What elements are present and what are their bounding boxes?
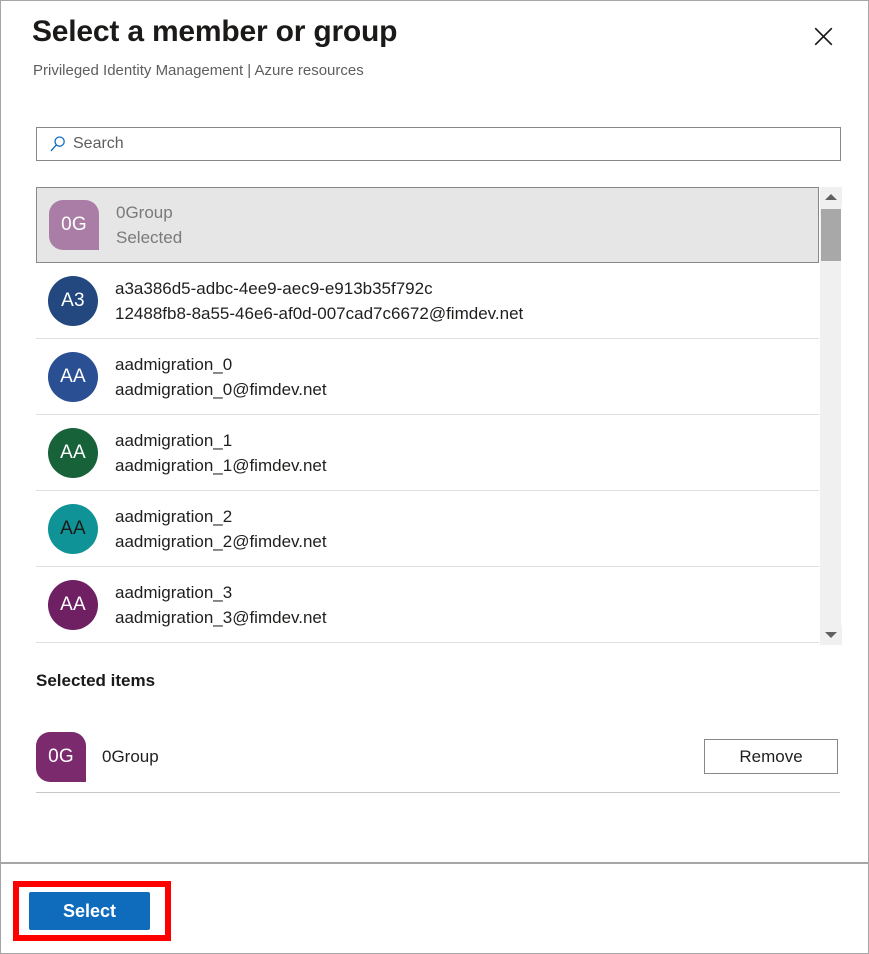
search-box[interactable] (36, 127, 841, 161)
result-row[interactable]: AA aadmigration_2aadmigration_2@fimdev.ne… (36, 491, 819, 567)
search-input[interactable] (73, 129, 840, 159)
result-row[interactable]: AA aadmigration_3aadmigration_3@fimdev.ne… (36, 567, 819, 643)
page-title: Select a member or group (32, 15, 397, 49)
search-icon (37, 135, 73, 153)
scrollbar-thumb[interactable] (821, 209, 841, 261)
scroll-down-icon[interactable] (820, 625, 842, 645)
results-scrollbar[interactable] (819, 187, 841, 645)
results-list[interactable]: 0G 0GroupSelected A3 a3a386d5-adbc-4ee9-aec… (36, 187, 819, 645)
result-primary-text: aadmigration_0 (115, 352, 327, 377)
result-primary-text: 0Group (116, 200, 182, 225)
result-row[interactable]: AA aadmigration_0aadmigration_0@fimdev.ne… (36, 339, 819, 415)
result-secondary-text: 12488fb8-8a55-46e6-af0d-007cad7c6672@fim… (115, 301, 523, 326)
results-panel: 0G 0GroupSelected A3 a3a386d5-adbc-4ee9-aec… (36, 187, 841, 645)
select-button[interactable]: Select (29, 892, 150, 930)
avatar: AA (48, 504, 98, 554)
avatar: 0G (36, 732, 86, 782)
avatar: AA (48, 580, 98, 630)
avatar: AA (48, 352, 98, 402)
result-primary-text: aadmigration_2 (115, 504, 327, 529)
result-primary-text: aadmigration_3 (115, 580, 327, 605)
result-row[interactable]: 0G 0GroupSelected (36, 187, 819, 263)
result-primary-text: a3a386d5-adbc-4ee9-aec9-e913b35f792c (115, 276, 523, 301)
close-button[interactable] (803, 17, 843, 55)
result-secondary-text: Selected (116, 225, 182, 250)
scroll-up-icon[interactable] (820, 187, 842, 207)
close-icon (813, 26, 834, 47)
dialog-header: Select a member or group Privileged Iden… (1, 1, 869, 109)
result-row[interactable]: A3 a3a386d5-adbc-4ee9-aec9-e913b35f792c12… (36, 263, 819, 339)
remove-button[interactable]: Remove (704, 739, 838, 774)
selected-item-row: 0G 0GroupRemove (36, 721, 840, 793)
result-secondary-text: aadmigration_0@fimdev.net (115, 377, 327, 402)
result-row[interactable]: AA aadmigration_1aadmigration_1@fimdev.ne… (36, 415, 819, 491)
breadcrumb: Privileged Identity Management | Azure r… (33, 62, 364, 79)
avatar: 0G (49, 200, 99, 250)
selected-items-heading: Selected items (36, 671, 155, 691)
avatar: AA (48, 428, 98, 478)
select-member-or-group-dialog: Select a member or group Privileged Iden… (0, 0, 869, 954)
result-secondary-text: aadmigration_1@fimdev.net (115, 453, 327, 478)
result-secondary-text: aadmigration_3@fimdev.net (115, 605, 327, 630)
result-primary-text: aadmigration_1 (115, 428, 327, 453)
selected-item-name: 0Group (102, 747, 704, 767)
result-secondary-text: aadmigration_2@fimdev.net (115, 529, 327, 554)
avatar: A3 (48, 276, 98, 326)
footer-divider (1, 862, 869, 864)
